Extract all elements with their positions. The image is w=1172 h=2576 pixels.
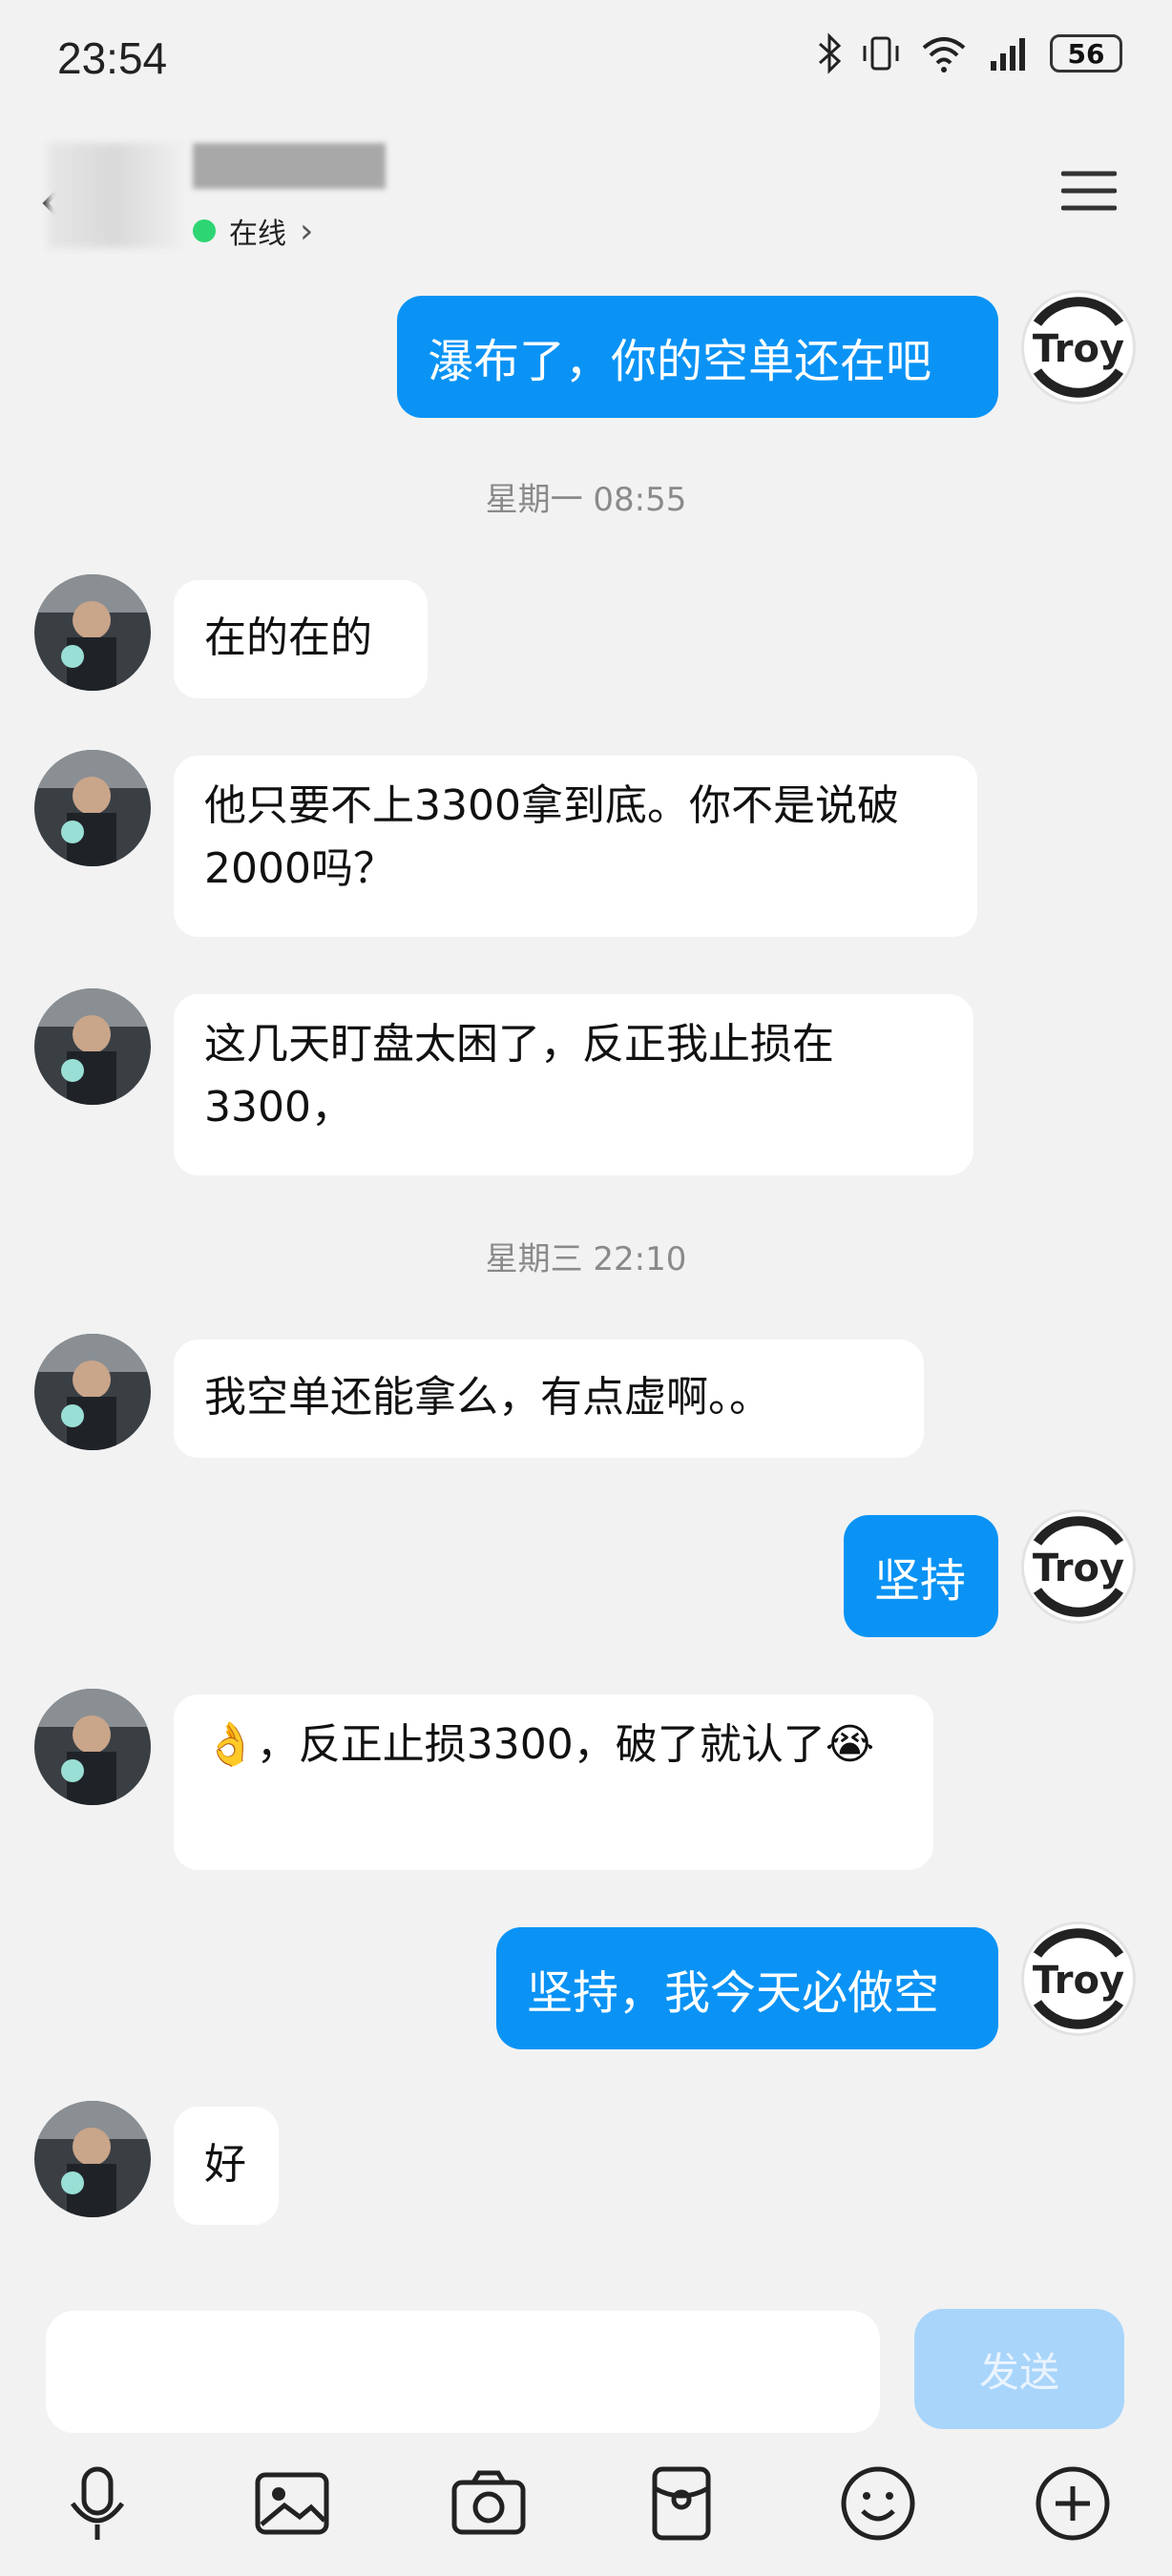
contact-avatar-small[interactable]	[34, 1334, 151, 1450]
message-bubble-incoming[interactable]: 他只要不上3300拿到底。你不是说破2000吗？	[174, 756, 977, 937]
contact-avatar-small[interactable]	[34, 2101, 151, 2217]
image-icon[interactable]	[250, 2462, 334, 2545]
contact-photo-icon	[34, 574, 151, 691]
message-text: 坚持，我今天必做空	[527, 1966, 940, 2020]
message-text: 这几天盯盘太困了，反正我止损在3300，	[204, 1020, 834, 1132]
timestamp-label: 星期一 08:55	[485, 481, 687, 519]
bluetooth-icon	[818, 32, 842, 74]
message-text: 坚持	[874, 1554, 967, 1608]
my-avatar[interactable]: Troy	[1021, 290, 1136, 405]
message-bubble-outgoing[interactable]: 瀑布了，你的空单还在吧	[397, 296, 998, 418]
contact-photo-icon	[34, 1689, 151, 1805]
contact-photo-icon	[34, 988, 151, 1105]
vibrate-icon	[863, 36, 899, 71]
emoji-icon[interactable]	[836, 2462, 920, 2545]
contact-photo-icon	[34, 750, 151, 866]
timestamp-label: 星期三 22:10	[485, 1240, 687, 1278]
contact-avatar-small[interactable]	[34, 1689, 151, 1805]
message-bubble-outgoing[interactable]: 坚持，我今天必做空	[496, 1927, 998, 2049]
svg-text:Troy: Troy	[1033, 1547, 1124, 1590]
online-status[interactable]: 在线 ›	[193, 210, 313, 252]
contact-avatar-small[interactable]	[34, 988, 151, 1105]
message-bubble-incoming[interactable]: 👌，反正止损3300，破了就认了😭	[174, 1694, 933, 1870]
composer: 发送	[0, 2290, 1172, 2576]
message-text: 瀑布了，你的空单还在吧	[428, 335, 932, 388]
composer-toolbar	[0, 2462, 1172, 2557]
message-bubble-incoming[interactable]: 这几天盯盘太困了，反正我止损在3300，	[174, 994, 973, 1175]
contact-avatar-small[interactable]	[34, 574, 151, 691]
message-bubble-incoming[interactable]: 在的在的	[174, 580, 428, 698]
troy-logo-icon: Troy	[1029, 1928, 1128, 2029]
red-packet-icon[interactable]	[639, 2462, 723, 2545]
battery-indicator: 56	[1050, 34, 1122, 73]
message-text: 好	[204, 2140, 246, 2189]
message-bubble-incoming[interactable]: 好	[174, 2107, 279, 2225]
message-input[interactable]	[46, 2311, 880, 2433]
contact-photo-icon	[34, 2101, 151, 2217]
my-avatar[interactable]: Troy	[1021, 1922, 1136, 2036]
contact-photo-icon	[34, 1334, 151, 1450]
status-bar: 23:54 56	[0, 0, 1172, 114]
online-dot-icon	[193, 219, 216, 242]
menu-icon[interactable]	[1061, 168, 1117, 214]
svg-text:Troy: Troy	[1033, 1959, 1124, 2003]
my-avatar[interactable]: Troy	[1021, 1509, 1136, 1624]
svg-text:Troy: Troy	[1033, 327, 1124, 371]
message-bubble-outgoing[interactable]: 坚持	[844, 1515, 998, 1637]
message-text: 在的在的	[204, 613, 372, 662]
message-text: 👌，反正止损3300，破了就认了😭	[204, 1720, 875, 1769]
message-bubble-incoming[interactable]: 我空单还能拿么，有点虚啊。。	[174, 1340, 924, 1458]
microphone-icon[interactable]	[55, 2462, 139, 2545]
troy-logo-icon: Troy	[1029, 1516, 1128, 1617]
contact-avatar-small[interactable]	[34, 750, 151, 866]
status-time: 23:54	[57, 33, 168, 83]
status-icons: 56	[815, 32, 1122, 74]
send-button[interactable]: 发送	[914, 2309, 1124, 2429]
message-text: 我空单还能拿么，有点虚啊。。	[204, 1373, 771, 1422]
contact-avatar[interactable]	[48, 143, 181, 248]
message-text: 他只要不上3300拿到底。你不是说破2000吗？	[204, 781, 899, 893]
chevron-right-icon: ›	[300, 211, 314, 251]
camera-icon[interactable]	[447, 2462, 531, 2545]
troy-logo-icon: Troy	[1029, 297, 1128, 398]
chat-header: 在线 ›	[0, 114, 1172, 267]
plus-icon[interactable]	[1031, 2462, 1115, 2545]
contact-name[interactable]	[193, 143, 386, 189]
signal-icon	[991, 38, 1025, 71]
online-status-label: 在线	[229, 218, 286, 251]
wifi-icon	[922, 37, 966, 73]
